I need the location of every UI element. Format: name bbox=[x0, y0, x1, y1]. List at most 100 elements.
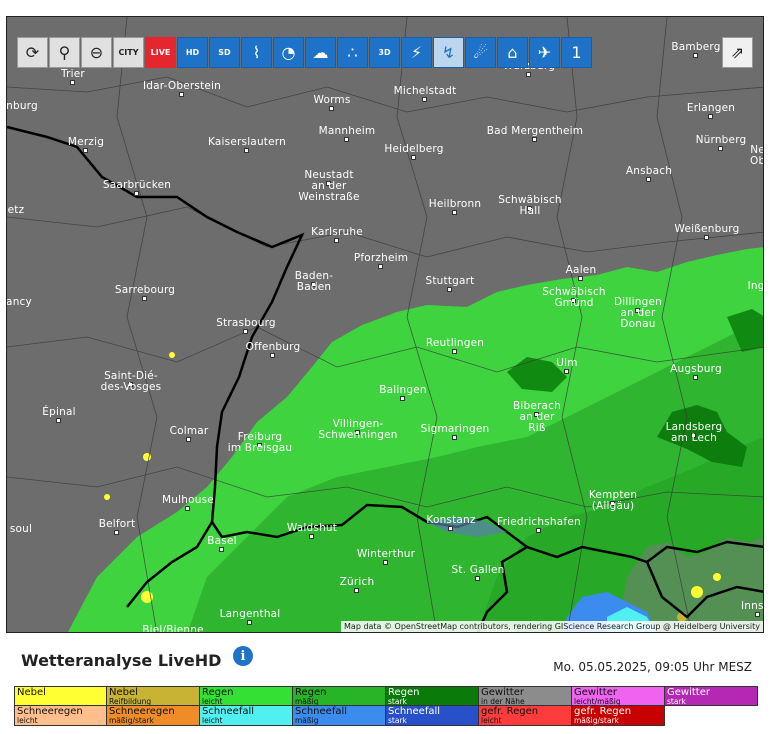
city-label: Belfort bbox=[98, 518, 136, 530]
zoom-icon: ⊖ bbox=[89, 43, 104, 62]
city-label: Villingen- Schwenningen bbox=[318, 418, 398, 441]
city-marker bbox=[411, 155, 416, 160]
rain-hd-icon: HD bbox=[185, 48, 200, 57]
share-button[interactable]: ⇗ bbox=[722, 37, 753, 68]
legend-item: Gewitter in der Nähe bbox=[479, 686, 572, 706]
city-icon: CITY bbox=[118, 48, 139, 57]
legend-row-2: Schneeregen leicht Schneeregen mäßig/stark S… bbox=[14, 706, 760, 726]
zoom-button[interactable]: ⊖ bbox=[81, 37, 112, 68]
fog-spot-7 bbox=[104, 494, 110, 500]
city-marker bbox=[56, 418, 61, 423]
legend-item: Nebel Reifbildung bbox=[107, 686, 200, 706]
legend-sublabel: mäßig/stark bbox=[109, 716, 154, 725]
legend-item: Schneeregen leicht bbox=[14, 706, 107, 726]
city-label: Offenburg bbox=[245, 341, 301, 353]
city-label: Langenthal bbox=[219, 608, 281, 620]
city-label: Augsburg bbox=[670, 363, 722, 375]
city-label: Michelstadt bbox=[393, 85, 457, 97]
legend-item: Gewitter stark bbox=[665, 686, 758, 706]
city-marker bbox=[70, 80, 75, 85]
hail-button[interactable]: ☄ bbox=[465, 37, 496, 68]
city-marker bbox=[693, 53, 698, 58]
legend-sublabel: in der Nähe bbox=[481, 697, 525, 706]
home-button[interactable]: ⌂ bbox=[497, 37, 528, 68]
city-marker bbox=[578, 276, 583, 281]
weather-map[interactable]: TrierIdar-ObersteinMichelstadtWürzburgBa… bbox=[6, 16, 764, 633]
city-marker bbox=[270, 353, 275, 358]
map-attribution: Map data © OpenStreetMap contributors, r… bbox=[341, 621, 763, 632]
city-label-edge: Neu Obe bbox=[750, 144, 763, 167]
layer1-button[interactable]: 1 bbox=[561, 37, 592, 68]
city-marker bbox=[532, 137, 537, 142]
city-label: Épinal bbox=[42, 406, 76, 418]
location-button[interactable]: ⚲ bbox=[49, 37, 80, 68]
fog-spot bbox=[691, 586, 703, 598]
lightning-ground-button[interactable]: ↯ bbox=[433, 37, 464, 68]
satellite2-button[interactable]: ✈ bbox=[529, 37, 560, 68]
city-label: Kempten (Allgäu) bbox=[588, 489, 638, 512]
city-marker bbox=[243, 329, 248, 334]
3d-button[interactable]: 3D bbox=[369, 37, 400, 68]
legend-item: Nebel bbox=[14, 686, 107, 706]
sd-layer-button[interactable]: SD bbox=[209, 37, 240, 68]
hd-layer-button[interactable]: HD bbox=[177, 37, 208, 68]
lightning-icon: ⚡ bbox=[410, 43, 423, 62]
cloud-button[interactable]: ☁ bbox=[305, 37, 336, 68]
legend-sublabel: Reifbildung bbox=[109, 697, 152, 706]
fog-spot-2 bbox=[713, 573, 721, 581]
city-label: Mannheim bbox=[318, 125, 376, 137]
wind-button[interactable]: ◔ bbox=[273, 37, 304, 68]
city-label-edge: nburg bbox=[6, 100, 38, 112]
fog-spot-5 bbox=[169, 352, 175, 358]
city-label: Reutlingen bbox=[425, 337, 485, 349]
city-marker bbox=[526, 72, 531, 77]
city-marker bbox=[452, 210, 457, 215]
city-label: Merzig bbox=[67, 136, 105, 148]
legend-item: gefr. Regen mäßig/stark bbox=[572, 706, 665, 726]
city-label: Erlangen bbox=[686, 102, 736, 114]
city-button[interactable]: CITY bbox=[113, 37, 144, 68]
city-marker bbox=[755, 612, 760, 617]
legend-item: Regen stark bbox=[386, 686, 479, 706]
legend-row-1: Nebel Nebel Reifbildung Regen leicht Regen mäß… bbox=[14, 686, 760, 706]
city-label: Stuttgart bbox=[425, 275, 475, 287]
legend-sublabel: stark bbox=[388, 716, 407, 725]
city-label: Biel/Bienne bbox=[142, 624, 204, 633]
city-label: Sarrebourg bbox=[114, 284, 176, 296]
city-marker bbox=[448, 526, 453, 531]
satellite-button[interactable]: ∴ bbox=[337, 37, 368, 68]
refresh-button[interactable]: ⟳ bbox=[17, 37, 48, 68]
info-icon[interactable]: i bbox=[233, 646, 253, 666]
legend-item: Schneeregen mäßig/stark bbox=[107, 706, 200, 726]
city-marker bbox=[114, 530, 119, 535]
city-label: Waldshut bbox=[286, 522, 338, 534]
city-marker bbox=[185, 506, 190, 511]
legend-item: Gewitter leicht/mäßig bbox=[572, 686, 665, 706]
legend-item: Schneefall stark bbox=[386, 706, 479, 726]
city-label-edge: Ingol bbox=[747, 280, 764, 292]
satellite-icon: ✈ bbox=[537, 43, 552, 62]
city-label: Zürich bbox=[339, 576, 375, 588]
city-marker bbox=[693, 375, 698, 380]
city-marker bbox=[329, 106, 334, 111]
live-analysis-button[interactable]: LIVE bbox=[145, 37, 176, 68]
3d-icon: 3D bbox=[378, 48, 391, 57]
legend-item: Regen mäßig bbox=[293, 686, 386, 706]
city-marker bbox=[378, 264, 383, 269]
city-label: Heidelberg bbox=[384, 143, 444, 155]
city-marker bbox=[83, 148, 88, 153]
timestamp: Mo. 05.05.2025, 09:05 Uhr MESZ bbox=[553, 660, 752, 674]
city-marker bbox=[219, 547, 224, 552]
legend-sublabel: mäßig bbox=[295, 697, 319, 706]
legend-sublabel: leicht bbox=[481, 716, 502, 725]
lightning-button[interactable]: ⚡ bbox=[401, 37, 432, 68]
rain-sd-icon: SD bbox=[218, 48, 231, 57]
city-marker bbox=[708, 114, 713, 119]
legend: Nebel Nebel Reifbildung Regen leicht Regen mäß… bbox=[14, 686, 760, 726]
legend-item: Regen leicht bbox=[200, 686, 293, 706]
city-label: Bamberg bbox=[671, 41, 721, 53]
city-label: Landsberg am Lech bbox=[665, 421, 723, 444]
tornado-button[interactable]: ⌇ bbox=[241, 37, 272, 68]
city-marker bbox=[536, 528, 541, 533]
legend-sublabel: leicht bbox=[202, 697, 223, 706]
